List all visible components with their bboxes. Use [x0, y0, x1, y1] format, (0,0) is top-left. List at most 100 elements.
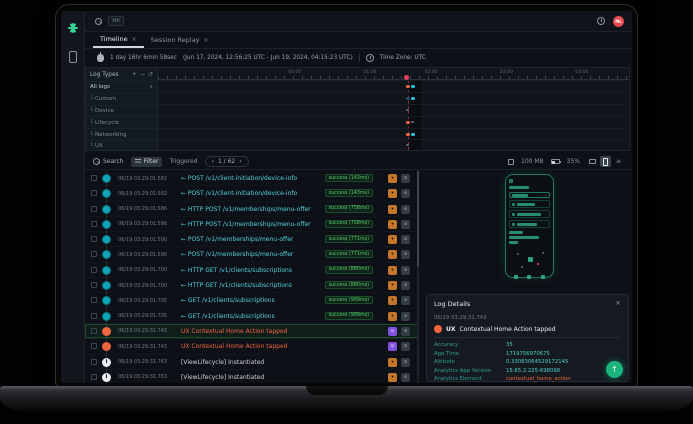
recent-history-icon[interactable]: [597, 17, 605, 25]
exclude-action-button[interactable]: ⊘: [401, 235, 410, 244]
prev-page-icon[interactable]: ‹: [212, 158, 214, 165]
log-row[interactable]: 06/19 03:29:01.705 ← GET /v1/clients/sub…: [85, 293, 419, 308]
log-row[interactable]: 06/19 03:29:31.743 UX Contextual Home Ac…: [85, 339, 419, 354]
collapse-chevron-icon[interactable]: ∧: [149, 84, 153, 90]
session-duration[interactable]: 1 day 16hr 6min 58sec: [110, 55, 177, 61]
search-shortcut-badge[interactable]: ⌘K: [108, 16, 124, 26]
row-checkbox[interactable]: [91, 206, 97, 212]
search-icon[interactable]: [95, 18, 102, 25]
timeline-chart[interactable]: 00:0001:0002:0003:0004:00: [158, 68, 629, 150]
exclude-action-button[interactable]: ⊘: [401, 250, 410, 259]
log-type-item[interactable]: All logs∧: [86, 81, 157, 93]
filter-action-button[interactable]: ▾: [388, 189, 397, 198]
log-row[interactable]: 06/19 03:29:31.743 UX Contextual Home Ac…: [85, 324, 419, 339]
log-type-item[interactable]: └ UX: [86, 140, 157, 152]
filter-action-button[interactable]: ▾: [388, 358, 397, 367]
row-checkbox[interactable]: [91, 374, 97, 380]
row-checkbox[interactable]: [91, 267, 97, 273]
exclude-action-button[interactable]: ⊘: [401, 327, 410, 336]
filter-action-button[interactable]: ▾: [388, 296, 397, 305]
monitor-view-toggle[interactable]: [587, 156, 598, 167]
log-row[interactable]: 06/19 03:29:01.590 ← POST /v1/membership…: [85, 232, 419, 247]
scrollbar[interactable]: [417, 171, 419, 383]
filter-action-button[interactable]: ▾: [388, 235, 397, 244]
log-row[interactable]: 06/19 03:29:01.700 ← HTTP GET /v1/client…: [85, 278, 419, 293]
log-message[interactable]: ← POST /v1/memberships/menu-offer: [181, 251, 293, 258]
filter-action-button[interactable]: ▾: [388, 266, 397, 275]
log-message[interactable]: ← POST /v1/client-initiation/device-info: [181, 175, 297, 182]
reset-icon[interactable]: ↺: [148, 71, 153, 78]
row-checkbox[interactable]: [91, 190, 97, 196]
list-view-toggle[interactable]: ≡: [613, 156, 624, 167]
exclude-action-button[interactable]: ⊘: [401, 342, 410, 351]
zoom-in-icon[interactable]: +: [132, 71, 137, 78]
zoom-out-icon[interactable]: −: [140, 71, 145, 78]
row-checkbox[interactable]: [91, 328, 97, 334]
log-row[interactable]: 06/19 03:29:01.705 ← GET /v1/clients/sub…: [85, 309, 419, 324]
exclude-action-button[interactable]: ⊘: [401, 358, 410, 367]
row-checkbox[interactable]: [91, 313, 97, 319]
log-row[interactable]: i 06/19 03:29:31.763 [ViewLifecycle] Ins…: [85, 355, 419, 370]
session-date-range[interactable]: (Jun 17, 2024, 12:56:25 UTC - Jun 19, 20…: [183, 55, 353, 61]
exclude-action-button[interactable]: ⊘: [401, 174, 410, 183]
user-avatar[interactable]: ML: [613, 16, 624, 27]
filter-action-button[interactable]: ▾: [388, 220, 397, 229]
exclude-action-button[interactable]: ⊘: [401, 266, 410, 275]
row-checkbox[interactable]: [91, 359, 97, 365]
log-message[interactable]: [ViewLifecycle] Instantiated: [181, 359, 264, 366]
log-row[interactable]: 06/19 03:29:01.586 ← HTTP POST /v1/membe…: [85, 202, 419, 217]
close-icon[interactable]: ×: [204, 37, 209, 44]
tab-timeline[interactable]: Timeline ×: [93, 32, 144, 48]
row-checkbox[interactable]: [91, 297, 97, 303]
phone-view-toggle[interactable]: [600, 156, 611, 167]
close-icon[interactable]: ×: [615, 299, 621, 307]
log-message[interactable]: UX Contextual Home Action tapped: [181, 328, 287, 335]
log-message[interactable]: ← POST /v1/memberships/menu-offer: [181, 236, 293, 243]
device-nav-icon[interactable]: [69, 51, 77, 63]
log-message[interactable]: [ViewLifecycle] Instantiated: [181, 374, 264, 381]
row-checkbox[interactable]: [91, 343, 97, 349]
log-type-item[interactable]: └ Custom: [86, 93, 157, 105]
row-checkbox[interactable]: [91, 175, 97, 181]
log-message[interactable]: UX Contextual Home Action tapped: [181, 343, 287, 350]
timezone-label[interactable]: Time Zone: UTC: [380, 55, 426, 61]
filter-action-button[interactable]: ◎: [388, 327, 397, 336]
next-page-icon[interactable]: ›: [239, 158, 241, 165]
row-checkbox[interactable]: [91, 282, 97, 288]
log-row[interactable]: 06/19 03:29:01.586 ← HTTP POST /v1/membe…: [85, 217, 419, 232]
log-search-button[interactable]: Search: [93, 158, 124, 165]
filter-action-button[interactable]: ▾: [388, 205, 397, 214]
log-message[interactable]: ← GET /v1/clients/subscriptions: [181, 297, 275, 304]
log-message[interactable]: ← HTTP POST /v1/memberships/menu-offer: [181, 206, 311, 213]
exclude-action-button[interactable]: ⊘: [401, 189, 410, 198]
exclude-action-button[interactable]: ⊘: [401, 220, 410, 229]
filter-action-button[interactable]: ◎: [388, 342, 397, 351]
log-row[interactable]: 06/19 03:29:01.590 ← POST /v1/membership…: [85, 247, 419, 262]
log-row[interactable]: 06/19 03:29:01.700 ← HTTP GET /v1/client…: [85, 263, 419, 278]
log-row[interactable]: 06/19 03:29:01.582 ← POST /v1/client-ini…: [85, 186, 419, 201]
exclude-action-button[interactable]: ⊘: [401, 373, 410, 382]
log-row[interactable]: i 06/19 03:29:31.763 [ViewLifecycle] Ins…: [85, 370, 419, 383]
tab-session-replay[interactable]: Session Replay ×: [144, 32, 216, 48]
exclude-action-button[interactable]: ⊘: [401, 205, 410, 214]
filter-action-button[interactable]: ▾: [388, 312, 397, 321]
row-checkbox[interactable]: [91, 221, 97, 227]
log-message[interactable]: ← HTTP GET /v1/clients/subscriptions: [181, 282, 292, 289]
log-row[interactable]: 06/19 03:29:01.582 ← POST /v1/client-ini…: [85, 171, 419, 186]
log-type-item[interactable]: └ Lifecycle: [86, 116, 157, 128]
filter-action-button[interactable]: ▾: [388, 281, 397, 290]
app-logo-icon[interactable]: [68, 23, 78, 33]
log-message[interactable]: ← HTTP GET /v1/clients/subscriptions: [181, 267, 292, 274]
exclude-action-button[interactable]: ⊘: [401, 312, 410, 321]
log-message[interactable]: ← POST /v1/client-initiation/device-info: [181, 190, 297, 197]
close-icon[interactable]: ×: [132, 36, 137, 43]
exclude-action-button[interactable]: ⊘: [401, 296, 410, 305]
row-checkbox[interactable]: [91, 251, 97, 257]
filter-action-button[interactable]: ▾: [388, 373, 397, 382]
filter-button[interactable]: Filter: [131, 157, 163, 167]
session-replay-preview[interactable]: ⋯: [505, 174, 554, 278]
row-checkbox[interactable]: [91, 236, 97, 242]
scroll-to-top-button[interactable]: ↑: [606, 361, 623, 378]
filter-action-button[interactable]: ▾: [388, 250, 397, 259]
log-type-item[interactable]: └ Networking: [86, 128, 157, 140]
